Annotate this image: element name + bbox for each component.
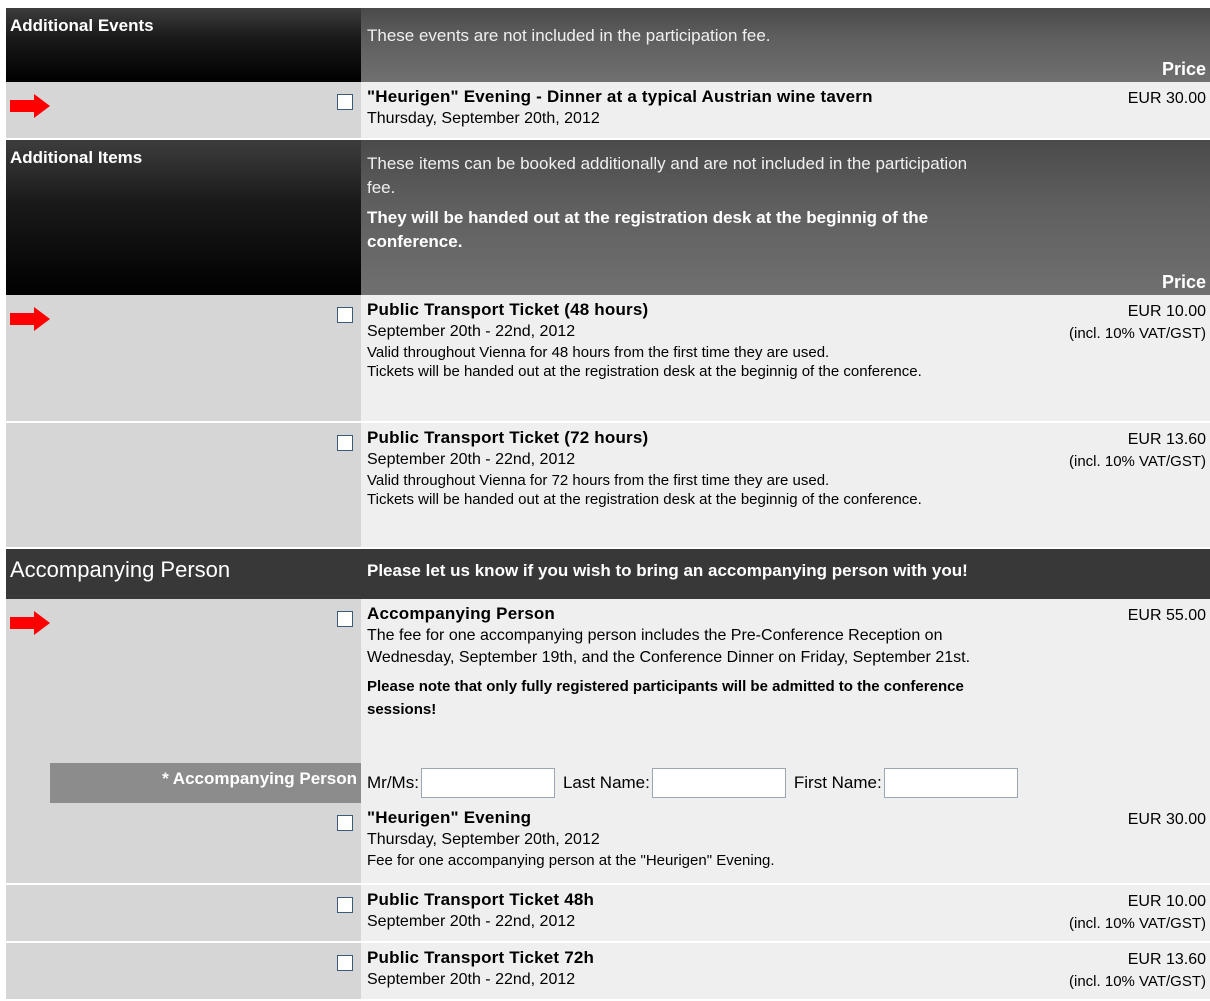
list-item: Public Transport Ticket (48 hours) Septe… <box>6 295 1210 423</box>
item-select-cell <box>6 423 361 549</box>
red-arrow-icon <box>10 94 50 118</box>
item-price: EUR 10.00 <box>1127 303 1206 320</box>
additional-events-info: These events are not included in the par… <box>361 8 1210 82</box>
price-header: Price <box>1161 272 1206 292</box>
last-name-label: Last Name: <box>562 773 650 792</box>
accompanying-description: Please let us know if you wish to bring … <box>361 549 1210 599</box>
list-item: "Heurigen" Evening Thursday, September 2… <box>6 803 1210 885</box>
item-title: Accompanying Person <box>367 604 556 623</box>
item-vat: (incl. 10% VAT/GST) <box>1069 325 1206 342</box>
red-arrow-icon <box>10 611 50 635</box>
item-details: "Heurigen" Evening - Dinner at a typical… <box>361 82 1210 140</box>
item-description: Tickets will be handed out at the regist… <box>367 363 922 380</box>
accompanying-ticket-72-checkbox[interactable] <box>337 955 353 971</box>
item-details: "Heurigen" Evening Thursday, September 2… <box>361 803 1210 885</box>
last-name-input[interactable] <box>651 768 786 798</box>
list-item: Public Transport Ticket 72h September 20… <box>6 943 1210 1001</box>
item-select-cell <box>6 943 361 1001</box>
additional-events-heading: Additional Events <box>6 8 361 82</box>
accompanying-heurigen-checkbox[interactable] <box>337 815 353 831</box>
accompanying-person-checkbox[interactable] <box>337 611 353 627</box>
accompanying-fields-row: * Accompanying Person Mr/Ms: Last Name: … <box>6 763 1210 803</box>
list-item: "Heurigen" Evening - Dinner at a typical… <box>6 82 1210 140</box>
mr-ms-input[interactable] <box>420 768 555 798</box>
item-select-cell <box>6 295 361 423</box>
item-description: Fee for one accompanying person at the "… <box>367 852 775 869</box>
item-vat: (incl. 10% VAT/GST) <box>1069 973 1206 990</box>
list-item: Accompanying Person The fee for one acco… <box>6 599 1210 763</box>
item-date: Thursday, September 20th, 2012 <box>367 831 600 848</box>
additional-events-header: Additional Events These events are not i… <box>6 8 1210 82</box>
item-select-cell <box>6 599 361 763</box>
item-details: Public Transport Ticket (72 hours) Septe… <box>361 423 1210 549</box>
item-vat: (incl. 10% VAT/GST) <box>1069 915 1206 932</box>
ticket-72-checkbox[interactable] <box>337 435 353 451</box>
field-label-cell: * Accompanying Person <box>6 763 361 803</box>
item-date: Thursday, September 20th, 2012 <box>367 110 600 127</box>
item-description: Tickets will be handed out at the regist… <box>367 491 922 508</box>
heurigen-evening-checkbox[interactable] <box>337 94 353 110</box>
item-details: Public Transport Ticket 72h September 20… <box>361 943 1210 1001</box>
additional-items-description: These items can be booked additionally a… <box>367 154 968 197</box>
item-details: Accompanying Person The fee for one acco… <box>361 599 1210 763</box>
accompanying-heading: Accompanying Person <box>6 549 361 599</box>
name-fields: Mr/Ms: Last Name: First Name: <box>361 763 1210 803</box>
additional-items-note: They will be handed out at the registrat… <box>367 208 929 251</box>
item-description: Valid throughout Vienna for 72 hours fro… <box>367 472 830 489</box>
additional-items-info: These items can be booked additionally a… <box>361 140 1210 295</box>
mr-ms-label: Mr/Ms: <box>367 773 419 792</box>
item-price-block: EUR 10.00 (incl. 10% VAT/GST) <box>1069 891 1206 935</box>
item-price: EUR 13.60 <box>1127 951 1206 968</box>
registration-form: Additional Events These events are not i… <box>0 0 1210 1001</box>
item-details: Public Transport Ticket 48h September 20… <box>361 885 1210 943</box>
list-item: Public Transport Ticket 48h September 20… <box>6 885 1210 943</box>
item-price-block: EUR 10.00 (incl. 10% VAT/GST) <box>1069 301 1206 345</box>
item-price: EUR 13.60 <box>1127 431 1206 448</box>
item-price: EUR 55.00 <box>1127 607 1206 624</box>
item-select-cell <box>6 82 361 140</box>
item-price: EUR 30.00 <box>1127 811 1206 828</box>
first-name-input[interactable] <box>883 768 1018 798</box>
first-name-label: First Name: <box>793 773 882 792</box>
item-price-block: EUR 13.60 (incl. 10% VAT/GST) <box>1069 949 1206 993</box>
additional-items-header: Additional Items These items can be book… <box>6 140 1210 295</box>
item-price: EUR 10.00 <box>1127 893 1206 910</box>
item-description: The fee for one accompanying person incl… <box>367 627 971 666</box>
item-select-cell <box>6 803 361 885</box>
item-details: Public Transport Ticket (48 hours) Septe… <box>361 295 1210 423</box>
list-item: Public Transport Ticket (72 hours) Septe… <box>6 423 1210 549</box>
accompanying-person-field-label: * Accompanying Person <box>50 763 361 803</box>
accompanying-header: Accompanying Person Please let us know i… <box>6 549 1210 599</box>
red-arrow-icon <box>10 307 50 331</box>
item-vat: (incl. 10% VAT/GST) <box>1069 453 1206 470</box>
item-note: Please note that only fully registered p… <box>367 678 964 718</box>
item-price: EUR 30.00 <box>1127 90 1206 107</box>
item-select-cell <box>6 885 361 943</box>
ticket-48-checkbox[interactable] <box>337 307 353 323</box>
item-description: Valid throughout Vienna for 48 hours fro… <box>367 344 830 361</box>
additional-events-description: These events are not included in the par… <box>367 26 771 45</box>
item-price-block: EUR 30.00 <box>1128 809 1206 831</box>
item-price-block: EUR 55.00 <box>1128 605 1206 627</box>
price-header: Price <box>1161 59 1206 79</box>
item-price-block: EUR 13.60 (incl. 10% VAT/GST) <box>1069 429 1206 473</box>
accompanying-ticket-48-checkbox[interactable] <box>337 897 353 913</box>
additional-items-heading: Additional Items <box>6 140 361 295</box>
item-title: "Heurigen" Evening - Dinner at a typical… <box>367 87 873 106</box>
item-title: "Heurigen" Evening <box>367 808 532 827</box>
item-price-block: EUR 30.00 <box>1128 88 1206 110</box>
